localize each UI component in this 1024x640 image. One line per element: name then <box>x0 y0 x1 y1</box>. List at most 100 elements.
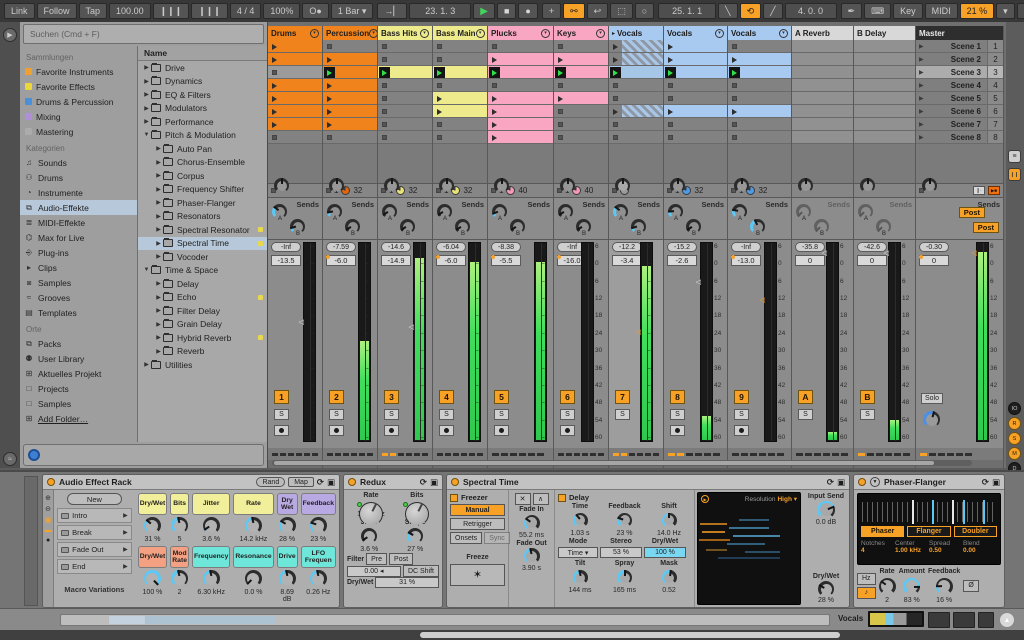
clip-slot[interactable] <box>268 105 322 118</box>
clip-stop-icon[interactable] <box>558 109 563 114</box>
track-activator[interactable]: A <box>798 390 813 404</box>
clip-slot[interactable] <box>268 92 322 105</box>
clip-slot[interactable] <box>268 79 322 92</box>
macro-label[interactable]: Dry/Wet <box>137 546 168 568</box>
loop-length-field[interactable]: 4. 0. 0 <box>784 3 837 19</box>
clip-stop-icon[interactable] <box>613 122 618 127</box>
macro-knob[interactable] <box>278 570 296 587</box>
solo-button[interactable]: S <box>615 409 630 420</box>
macro-label[interactable]: Rate <box>233 493 274 515</box>
volume-field[interactable]: -5.5 <box>491 255 521 266</box>
sidebar-item-grooves[interactable]: ≈ Grooves <box>20 290 137 305</box>
draw-mode-button[interactable]: ⬚ <box>610 3 633 19</box>
retrigger-button[interactable]: Retrigger <box>450 518 505 530</box>
mode-doubler-button[interactable]: Doubler <box>953 526 997 537</box>
macro-knob[interactable] <box>143 517 161 534</box>
scene-slot-2[interactable]: ▶ Scene 2 2 <box>916 53 1003 66</box>
track-activator[interactable]: 3 <box>384 390 399 404</box>
solo-button[interactable]: S <box>329 409 344 420</box>
expand-caret-icon[interactable]: ▶ <box>154 199 163 206</box>
show-io-toggle[interactable]: IO <box>1008 402 1021 415</box>
sync-note-button[interactable]: ♪ <box>857 586 876 599</box>
mode-phaser-button[interactable]: Phaser <box>861 526 905 537</box>
fader-grab-arrow[interactable]: ◁ <box>696 278 701 286</box>
sidebar-item-mastering[interactable]: Mastering <box>20 124 137 139</box>
macro-label[interactable]: Frequency <box>191 546 231 568</box>
sync-button[interactable]: Sync <box>484 532 510 544</box>
macro-knob[interactable] <box>171 517 189 534</box>
clip-slot[interactable] <box>268 40 322 53</box>
track-activator[interactable]: 7 <box>615 390 630 404</box>
clip-stop-icon[interactable] <box>613 96 618 101</box>
clip-stop-icon[interactable] <box>492 44 497 49</box>
fader-grab-arrow[interactable]: ◁ <box>299 318 304 326</box>
tilt-knob[interactable] <box>572 570 588 586</box>
clip-slot[interactable] <box>433 79 487 92</box>
volume-field[interactable]: -13.0 <box>731 255 761 266</box>
track-activator[interactable]: 9 <box>734 390 749 404</box>
draw-pencil-button[interactable]: ✒ <box>840 3 863 19</box>
clip-slot[interactable] <box>554 40 608 53</box>
clip-slot[interactable] <box>323 92 377 105</box>
file-row-pitch-modulation[interactable]: ▼ Pitch & Modulation <box>138 129 267 143</box>
map-button[interactable]: Map <box>288 477 314 487</box>
clip-stop-icon[interactable] <box>732 135 737 140</box>
clip-slot[interactable] <box>323 105 377 118</box>
peak-level-display[interactable]: -Inf <box>731 242 761 252</box>
rate-knob[interactable] <box>358 501 383 526</box>
clip-slot[interactable] <box>554 66 608 79</box>
file-row-eq-filters[interactable]: ▶ EQ & Filters <box>138 88 267 102</box>
clip-slot[interactable] <box>609 66 663 79</box>
play-button[interactable]: ▶ <box>473 3 495 19</box>
clip-slot[interactable] <box>488 118 553 131</box>
clip-play-icon[interactable] <box>272 56 277 63</box>
filter-freq-field[interactable]: 0.00 ◂ <box>347 565 401 577</box>
save-preset-icon[interactable]: ▣ <box>837 477 845 488</box>
ramp-button[interactable]: ∧ <box>532 493 549 505</box>
peak-level-display[interactable]: -8.38 <box>491 242 521 252</box>
automation-arm-button[interactable]: ○ <box>634 3 655 19</box>
sidebar-item-drums[interactable]: ⚇ Drums <box>20 170 137 185</box>
pan-knob[interactable] <box>670 178 685 193</box>
clip-slot[interactable] <box>664 118 727 131</box>
session-scrollbar[interactable] <box>272 460 972 466</box>
hot-swap-icon[interactable]: ⟳ <box>827 477 834 488</box>
jitter-knob[interactable] <box>361 528 378 545</box>
scene-slot-8[interactable]: ▶ Scene 8 8 <box>916 131 1003 144</box>
scene-play-icon[interactable]: ▶ <box>916 43 924 50</box>
variation-recall-icon[interactable] <box>61 546 70 553</box>
clip-slot[interactable] <box>664 105 727 118</box>
param-spread[interactable]: Spread 0.50 <box>929 540 963 554</box>
clip-slot[interactable] <box>609 53 663 66</box>
sidebar-item-add-folder-[interactable]: ⊞ Add Folder… <box>20 411 137 426</box>
volume-field[interactable]: -13.5 <box>271 255 301 266</box>
back-to-arrangement-button[interactable]: ↩ <box>586 3 609 19</box>
clip-play-icon[interactable] <box>613 108 618 115</box>
follow-button[interactable]: Follow <box>36 3 77 19</box>
macro-knob[interactable] <box>202 517 220 534</box>
expand-caret-icon[interactable]: ▶ <box>154 226 163 233</box>
clip-stop-icon[interactable] <box>382 96 387 101</box>
variation-launch-icon[interactable]: ▶ <box>123 563 128 570</box>
clip-stop-icon[interactable] <box>382 109 387 114</box>
track-header[interactable]: Master <box>916 26 1003 40</box>
sidebar-item-max-for-live[interactable]: ⌬ Max for Live <box>20 230 137 245</box>
chain-icon[interactable]: ● <box>46 537 50 544</box>
record-button[interactable]: ● <box>518 3 538 19</box>
clip-stop-icon[interactable] <box>492 83 497 88</box>
time-signature-field[interactable]: 4 / 4 <box>229 3 262 19</box>
volume-field[interactable]: -3.4 <box>612 255 642 266</box>
display-play-icon[interactable]: ▶ <box>701 495 709 503</box>
mixer-overview-toggle[interactable]: ❙❙ <box>1008 168 1021 181</box>
clip-stop-icon[interactable] <box>382 44 387 49</box>
scene-play-icon[interactable]: ▶ <box>916 69 924 76</box>
track-collapse-icon[interactable]: ▾ <box>369 28 377 38</box>
peak-level-display[interactable]: -Inf <box>271 242 301 252</box>
volume-fader[interactable] <box>976 242 989 442</box>
file-list-header[interactable]: Name <box>138 46 267 61</box>
file-row-spectral-time[interactable]: ▶ Spectral Time <box>138 236 267 250</box>
search-input[interactable]: Suchen (Cmd + F) <box>23 24 264 44</box>
clip-stop-icon[interactable] <box>732 83 737 88</box>
new-button[interactable]: + <box>541 3 562 19</box>
clip-slot[interactable] <box>554 92 608 105</box>
